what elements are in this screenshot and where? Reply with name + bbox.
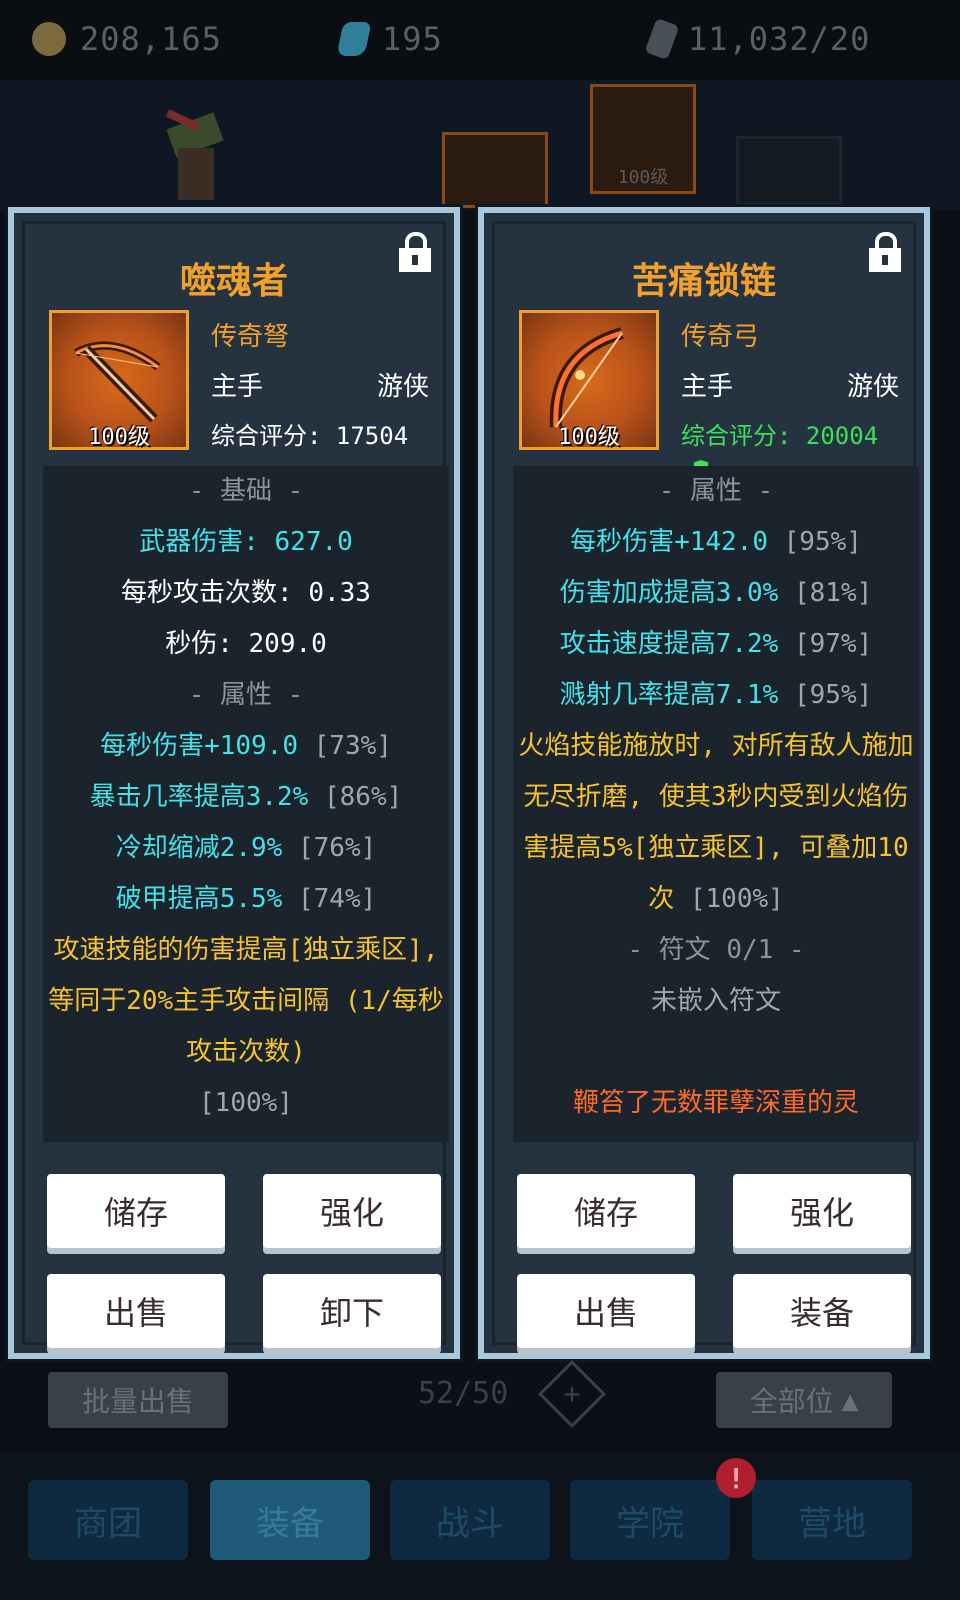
inventory-capacity: 52/50 xyxy=(418,1376,509,1411)
attribute-line: 攻击速度提高7.2% [97%] xyxy=(559,629,873,659)
attr-header: - 属性 - xyxy=(188,680,304,710)
item-level: 100级 xyxy=(88,425,150,450)
enhance-button[interactable]: 强化 xyxy=(733,1174,911,1248)
store-button[interactable]: 储存 xyxy=(517,1174,695,1248)
equip-slot-level: 100级 xyxy=(617,167,669,188)
flavor-text: 鞭笞了无数罪孽深重的灵 xyxy=(572,1088,859,1118)
plus-icon: + xyxy=(563,1377,581,1410)
rune-empty: 未嵌入符文 xyxy=(650,986,781,1016)
gem-icon xyxy=(336,22,372,56)
item-stats-panel[interactable]: - 基础 - 武器伤害: 627.0 每秒攻击次数: 0.33 秒伤: 209.… xyxy=(43,466,449,1142)
sell-button[interactable]: 出售 xyxy=(47,1274,225,1348)
gold-coin-icon xyxy=(32,22,66,56)
item-slot: 主手 xyxy=(211,372,264,402)
tab-equipment[interactable]: 装备 xyxy=(210,1480,370,1560)
sell-button[interactable]: 出售 xyxy=(517,1274,695,1348)
attr-header: - 属性 - xyxy=(658,476,774,506)
item-name: 苦痛锁链 xyxy=(631,261,776,302)
tab-academy[interactable]: 学院 xyxy=(570,1480,730,1560)
legendary-effect: 火焰技能施放时, 对所有敌人施加无尽折磨, 使其3秒内受到火焰伤害提高5%[独立… xyxy=(518,731,914,914)
item-rarity: 传奇弩 xyxy=(211,322,290,352)
all-slots-filter[interactable]: 全部位 ▲ xyxy=(716,1372,892,1428)
gem-amount: 195 xyxy=(382,20,443,58)
item-score: 综合评分: 17504 xyxy=(211,422,409,450)
attribute-line: 每秒伤害+142.0 [95%] xyxy=(570,527,862,557)
enhance-button[interactable]: 强化 xyxy=(263,1174,441,1248)
tab-guild[interactable]: 商团 xyxy=(28,1480,188,1560)
item-icon-frame: 100级 xyxy=(519,310,659,450)
notification-badge: ! xyxy=(716,1458,756,1498)
equip-slot-armor[interactable]: 100级 xyxy=(590,84,696,194)
shard-currency: 11,032/20 xyxy=(644,17,871,61)
attribute-line: 伤害加成提高3.0% [81%] xyxy=(559,578,873,608)
equip-slot-helmet[interactable] xyxy=(442,132,548,208)
item-panel-body: 噬魂者 100级 传奇弩 主手 游侠 综合评分: 17504 - 基础 - 武器… xyxy=(22,221,449,1348)
attribute-line: 每秒伤害+109.0 [73%] xyxy=(100,731,392,761)
item-icon-frame: 100级 xyxy=(49,310,189,450)
tab-camp[interactable]: 营地 xyxy=(752,1480,912,1560)
item-class: 游侠 xyxy=(376,372,429,402)
item-class: 游侠 xyxy=(846,372,899,402)
store-button[interactable]: 储存 xyxy=(47,1174,225,1248)
attribute-line: 溅射几率提高7.1% [95%] xyxy=(559,680,873,710)
item-stats-panel[interactable]: - 属性 - 每秒伤害+142.0 [95%] 伤害加成提高3.0% [81%]… xyxy=(513,466,919,1142)
basic-header: - 基础 - xyxy=(188,476,304,506)
shard-amount: 11,032/20 xyxy=(688,20,871,58)
attribute-line: 破甲提高5.5% [74%] xyxy=(115,884,377,914)
weapon-damage: 武器伤害: 627.0 xyxy=(139,527,353,557)
attribute-line: 暴击几率提高3.2% [86%] xyxy=(89,782,403,812)
bulk-sell-button[interactable]: 批量出售 xyxy=(48,1372,228,1428)
unequip-button[interactable]: 卸下 xyxy=(263,1274,441,1348)
gold-amount: 208,165 xyxy=(80,20,222,58)
triangle-up-icon: ▲ xyxy=(841,1383,859,1417)
dps: 秒伤: 209.0 xyxy=(165,629,327,659)
item-slot: 主手 xyxy=(681,372,734,402)
currency-bar: 208,165 195 11,032/20 xyxy=(0,0,960,80)
expand-inventory-button[interactable]: + xyxy=(538,1360,606,1428)
item-panel-equipped: 噬魂者 100级 传奇弩 主手 游侠 综合评分: 17504 - 基础 - 武器… xyxy=(8,207,460,1359)
item-level: 100级 xyxy=(558,425,620,450)
attacks-per-second: 每秒攻击次数: 0.33 xyxy=(121,578,371,608)
legendary-effect: 攻速技能的伤害提高[独立乘区], 等同于20%主手攻击间隔 (1/每秒攻击次数)… xyxy=(48,935,444,1118)
gold-currency: 208,165 xyxy=(32,20,222,58)
hero-sprite xyxy=(160,109,230,200)
equip-slot-empty[interactable] xyxy=(736,136,842,206)
item-panel-new: 苦痛锁链 100级 传奇弓 主手 游侠 综合评分: 20004 - 属性 - 每… xyxy=(478,207,930,1359)
equip-button[interactable]: 装备 xyxy=(733,1274,911,1348)
rune-header: - 符文 0/1 - xyxy=(627,935,805,965)
item-rarity: 传奇弓 xyxy=(681,322,760,352)
attribute-line: 冷却缩减2.9% [76%] xyxy=(115,833,377,863)
tab-battle[interactable]: 战斗 xyxy=(390,1480,550,1560)
shard-icon xyxy=(644,17,680,61)
gem-currency: 195 xyxy=(336,20,443,58)
item-name: 噬魂者 xyxy=(179,261,288,302)
item-panel-body: 苦痛锁链 100级 传奇弓 主手 游侠 综合评分: 20004 - 属性 - 每… xyxy=(492,221,919,1348)
